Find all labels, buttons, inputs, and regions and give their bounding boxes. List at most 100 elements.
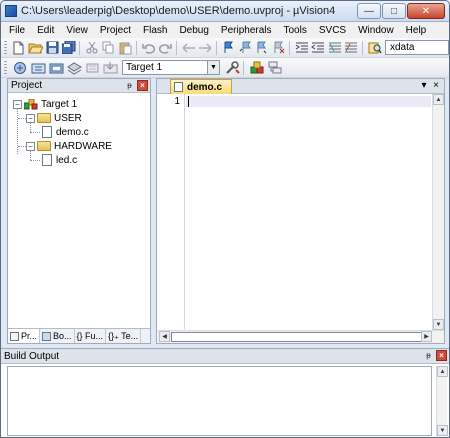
- next-bookmark-icon[interactable]: [255, 40, 270, 56]
- rebuild-icon[interactable]: [48, 60, 64, 76]
- stop-build-icon[interactable]: [84, 60, 100, 76]
- tab-demo-c[interactable]: demo.c: [170, 79, 232, 94]
- tab-books[interactable]: Bo...: [40, 329, 75, 343]
- chevron-down-icon[interactable]: ▼: [207, 61, 219, 74]
- collapse-toggle[interactable]: −: [26, 141, 35, 151]
- close-panel-icon[interactable]: ×: [137, 80, 148, 91]
- batch-build-icon[interactable]: [66, 60, 82, 76]
- c-file-icon: [42, 154, 52, 166]
- scroll-up-arrow-icon[interactable]: ▲: [437, 366, 448, 377]
- toolbar-separator: [243, 60, 244, 75]
- menu-project[interactable]: Project: [94, 25, 137, 36]
- uncomment-selection-icon[interactable]: [344, 40, 359, 56]
- menu-view[interactable]: View: [60, 25, 94, 36]
- toolbar-grip[interactable]: [4, 40, 7, 55]
- navigate-back-icon[interactable]: [182, 40, 197, 56]
- menu-file[interactable]: File: [1, 25, 31, 36]
- c-file-icon: [42, 126, 52, 138]
- vertical-scrollbar[interactable]: ▲ ▼: [436, 366, 448, 436]
- collapse-toggle[interactable]: −: [26, 113, 35, 123]
- maximize-button[interactable]: □: [382, 3, 406, 19]
- build-output-text[interactable]: [7, 366, 432, 436]
- scroll-left-arrow-icon[interactable]: ◀: [159, 331, 170, 342]
- minimize-button[interactable]: —: [357, 3, 381, 19]
- tab-label: Pr...: [21, 331, 38, 341]
- unindent-icon[interactable]: [311, 40, 326, 56]
- scroll-right-arrow-icon[interactable]: ▶: [421, 331, 432, 342]
- menu-window[interactable]: Window: [352, 25, 400, 36]
- target-select[interactable]: Target 1 ▼: [122, 60, 220, 75]
- find-in-files-icon[interactable]: [367, 40, 382, 56]
- toolbar-separator: [215, 40, 217, 55]
- tree-item-label: Target 1: [41, 98, 78, 110]
- menu-flash[interactable]: Flash: [137, 25, 173, 36]
- toolbar-separator: [361, 40, 363, 55]
- tab-list-dropdown-icon[interactable]: ▾: [418, 80, 430, 91]
- target-select-value: Target 1: [126, 62, 163, 73]
- tab-templates[interactable]: {}₊ Te...: [106, 329, 142, 343]
- translate-icon[interactable]: [12, 60, 28, 76]
- select-packs-icon[interactable]: [267, 60, 283, 76]
- pin-icon[interactable]: ᵽ: [124, 80, 135, 91]
- tab-functions[interactable]: {} Fu...: [75, 329, 107, 343]
- manage-components-icon[interactable]: [249, 60, 265, 76]
- tree-item-label: demo.c: [56, 126, 89, 138]
- close-window-button[interactable]: ✕: [407, 3, 445, 19]
- collapse-toggle[interactable]: −: [13, 99, 22, 109]
- menu-tools[interactable]: Tools: [278, 25, 313, 36]
- build-icon[interactable]: [30, 60, 46, 76]
- tab-label: {} Fu...: [76, 331, 104, 341]
- project-tab-icon: [10, 331, 19, 341]
- clear-bookmarks-icon[interactable]: [271, 40, 286, 56]
- menu-help[interactable]: Help: [400, 25, 433, 36]
- tree-item-label: HARDWARE: [54, 140, 112, 152]
- toolbar-separator: [288, 40, 290, 55]
- cut-icon[interactable]: [85, 40, 100, 56]
- undo-icon[interactable]: [142, 40, 157, 56]
- code-text-area[interactable]: [186, 94, 431, 330]
- project-panel-header: Project ᵽ ×: [8, 79, 150, 93]
- indent-icon[interactable]: [294, 40, 309, 56]
- tree-item-group-user[interactable]: − USER: [8, 111, 150, 125]
- menu-debug[interactable]: Debug: [173, 25, 214, 36]
- line-number-gutter: 1: [157, 94, 185, 329]
- tree-item-group-hardware[interactable]: − HARDWARE: [8, 139, 150, 153]
- new-file-icon[interactable]: [12, 40, 27, 56]
- pin-icon[interactable]: ᵽ: [423, 350, 434, 361]
- title-bar[interactable]: C:\Users\leaderpig\Desktop\demo\USER\dem…: [1, 1, 449, 22]
- tab-project[interactable]: Pr...: [8, 329, 41, 343]
- find-text-input[interactable]: xdata: [384, 40, 449, 55]
- menu-peripherals[interactable]: Peripherals: [215, 25, 278, 36]
- scroll-down-arrow-icon[interactable]: ▼: [433, 319, 444, 330]
- toolbar-grip[interactable]: [4, 60, 7, 75]
- close-tab-icon[interactable]: ×: [430, 80, 442, 91]
- build-toolbar: Target 1 ▼: [1, 58, 449, 78]
- horizontal-scrollbar[interactable]: ◀ ▶: [157, 330, 444, 343]
- window-title: C:\Users\leaderpig\Desktop\demo\USER\dem…: [21, 5, 336, 17]
- scroll-up-arrow-icon[interactable]: ▲: [433, 94, 444, 105]
- menu-svcs[interactable]: SVCS: [313, 25, 352, 36]
- build-output-panel: Build Output ᵽ × ▲ ▼: [1, 348, 449, 437]
- tree-item-file-led-c[interactable]: led.c: [8, 153, 150, 167]
- previous-bookmark-icon[interactable]: [238, 40, 253, 56]
- insert-bookmark-icon[interactable]: [222, 40, 237, 56]
- download-icon[interactable]: [102, 60, 118, 76]
- navigate-forward-icon[interactable]: [198, 40, 213, 56]
- paste-icon[interactable]: [118, 40, 133, 56]
- comment-selection-icon[interactable]: [328, 40, 343, 56]
- redo-icon[interactable]: [158, 40, 173, 56]
- target-options-icon[interactable]: [224, 60, 240, 76]
- vertical-scrollbar[interactable]: ▲ ▼: [432, 94, 444, 330]
- open-folder-icon[interactable]: [28, 40, 44, 56]
- save-icon[interactable]: [45, 40, 60, 56]
- tree-item-target[interactable]: − Target 1: [8, 97, 150, 111]
- save-all-icon[interactable]: [62, 40, 77, 56]
- menu-edit[interactable]: Edit: [31, 25, 60, 36]
- code-editor: demo.c ▾ × 1 ▲ ▼ ◀ ▶: [156, 78, 445, 344]
- scroll-down-arrow-icon[interactable]: ▼: [437, 425, 448, 436]
- close-panel-icon[interactable]: ×: [436, 350, 447, 361]
- scroll-thumb[interactable]: [171, 332, 427, 342]
- copy-icon[interactable]: [102, 40, 117, 56]
- tree-item-label: USER: [54, 112, 82, 124]
- tree-item-file-demo-c[interactable]: demo.c: [8, 125, 150, 139]
